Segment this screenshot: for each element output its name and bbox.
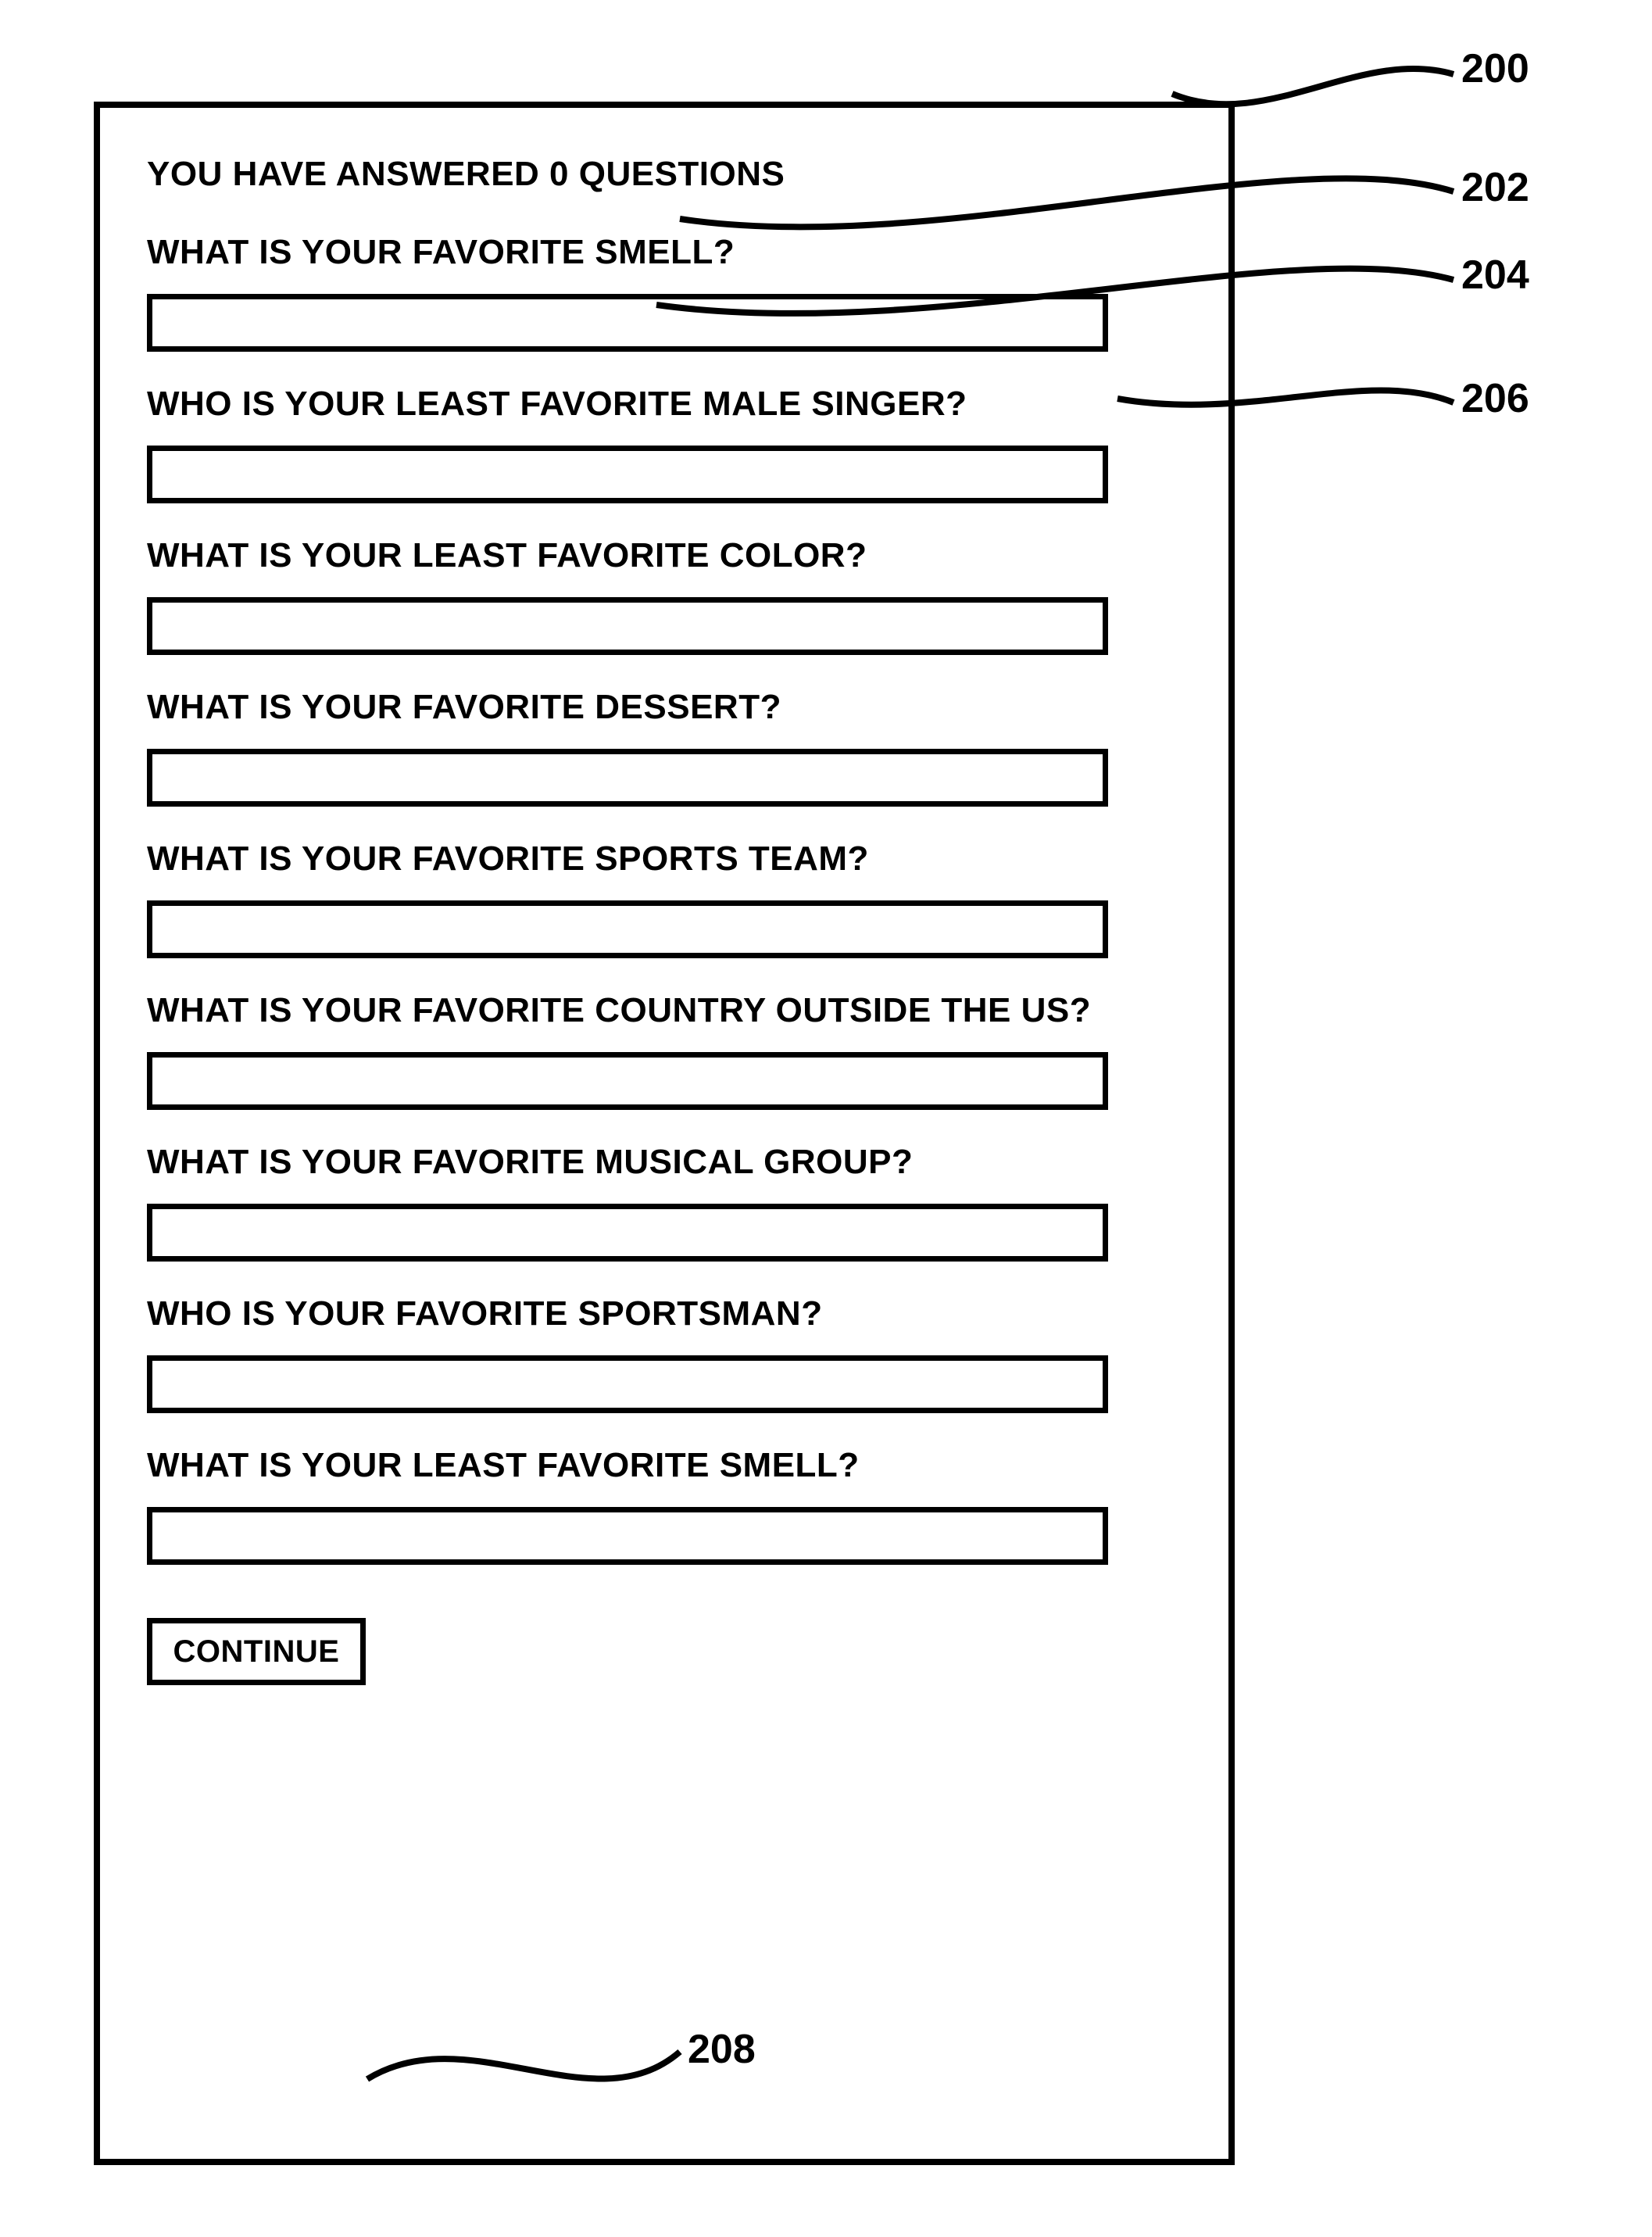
lead-lines [0, 0, 1652, 2237]
